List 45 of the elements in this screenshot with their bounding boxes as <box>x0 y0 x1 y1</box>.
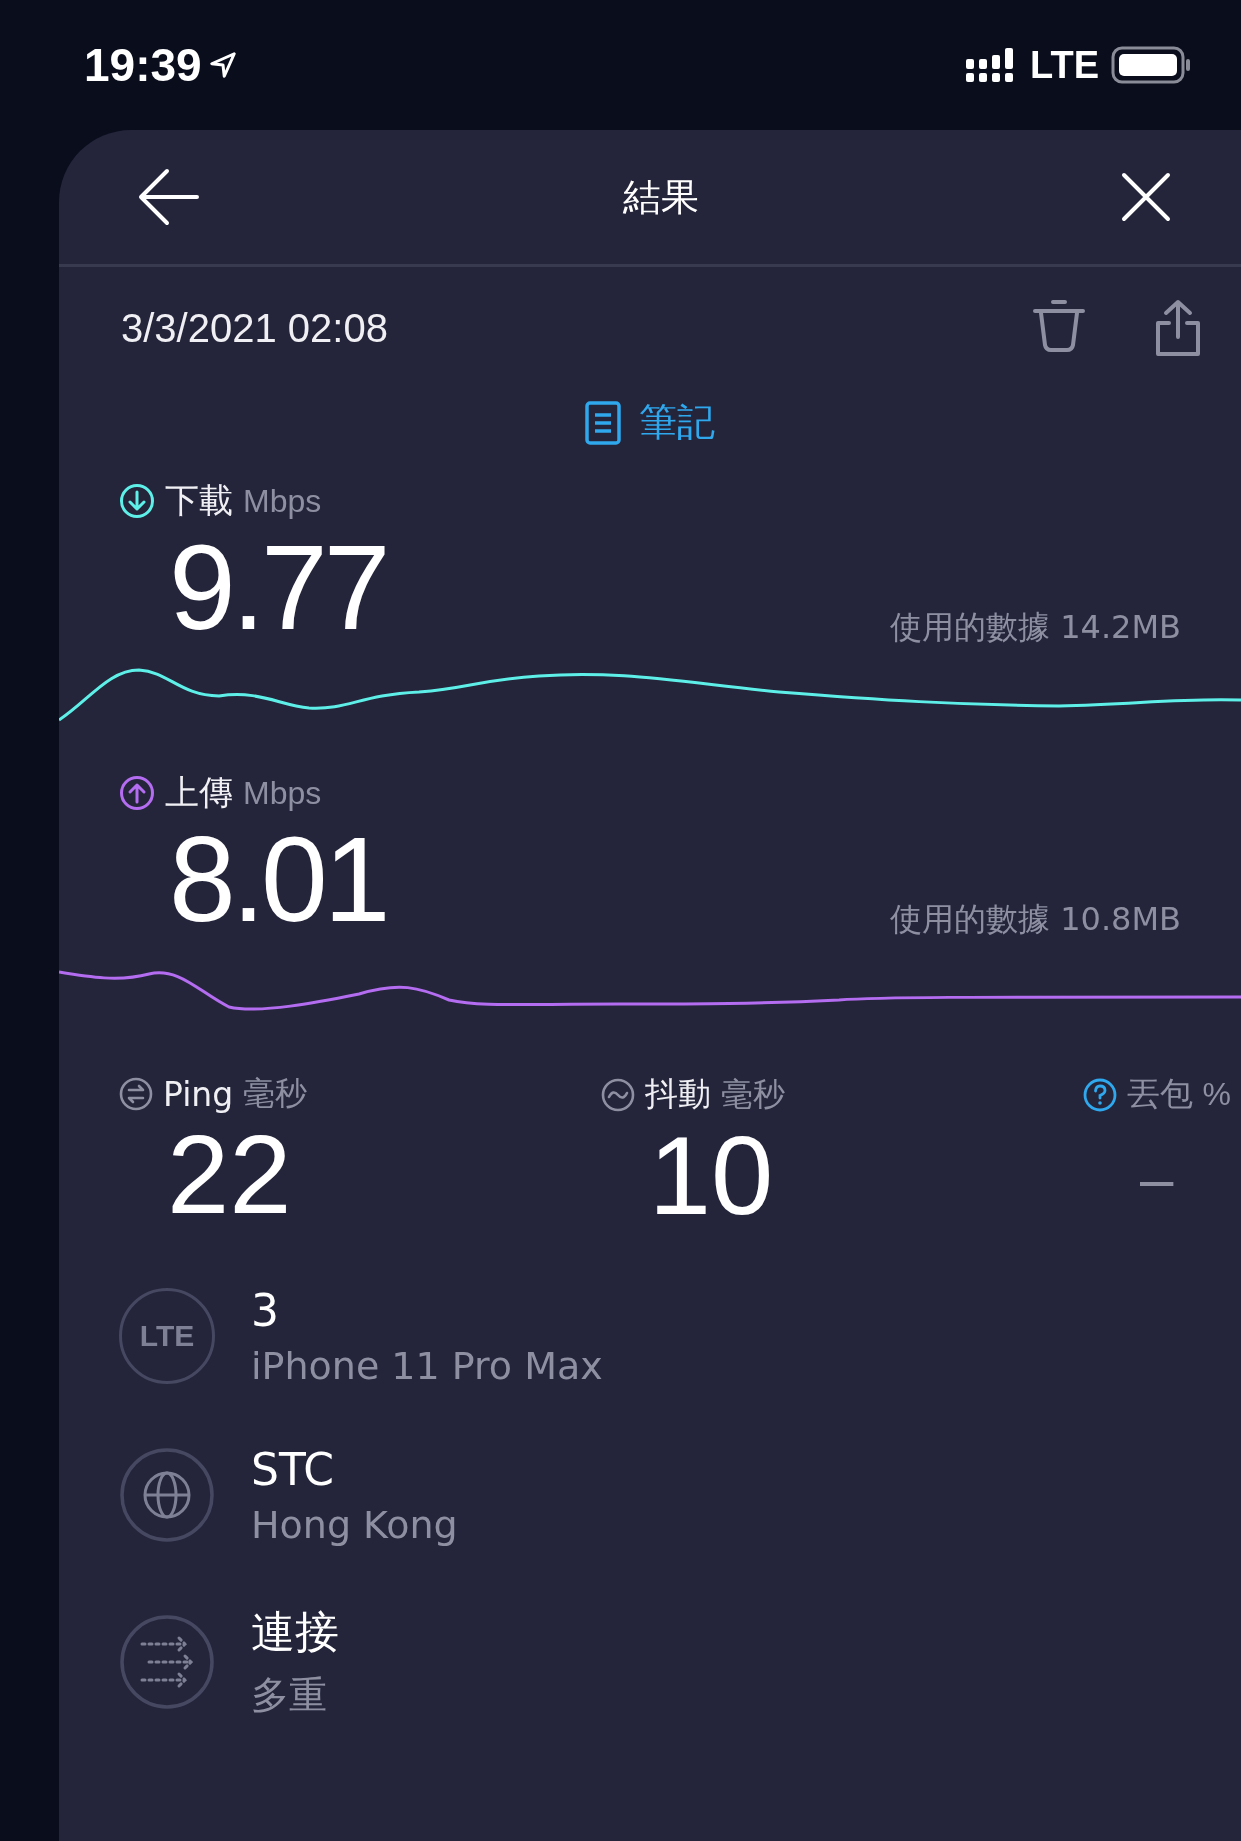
close-icon <box>1121 172 1171 222</box>
help-icon[interactable] <box>1082 1077 1117 1112</box>
metric-value: 10 <box>647 1117 775 1235</box>
detail-subtitle: Hong Kong <box>251 1502 458 1547</box>
metric-unit: 毫秒 <box>720 1074 785 1114</box>
status-time: 19:39 <box>84 38 202 92</box>
speed-unit: Mbps <box>243 482 322 520</box>
test-date: 3/3/2021 02:08 <box>121 305 388 351</box>
document-icon <box>585 400 621 445</box>
trash-icon <box>1033 299 1085 353</box>
metric-label: Ping <box>163 1074 234 1114</box>
speed-label: 下載 <box>165 479 233 522</box>
close-button[interactable] <box>1121 172 1171 222</box>
network-type-icon: LTE <box>119 1288 215 1385</box>
page-title: 結果 <box>623 173 699 221</box>
download-icon <box>119 483 155 519</box>
speed-value: 9.77 <box>169 524 387 650</box>
detail-subtitle: 多重 <box>251 1671 328 1719</box>
metric-unit: % <box>1202 1076 1231 1113</box>
detail-title: STC <box>251 1443 335 1495</box>
wave-icon <box>600 1077 635 1112</box>
share-icon <box>1155 299 1201 357</box>
speed-value: 8.01 <box>169 816 387 942</box>
globe-icon <box>119 1447 215 1544</box>
multiple-arrows-icon <box>119 1613 215 1710</box>
data-used: 使用的數據 10.8MB <box>890 899 1181 940</box>
upload-icon <box>119 775 155 811</box>
data-used: 使用的數據 14.2MB <box>890 607 1181 648</box>
back-button[interactable] <box>137 167 201 227</box>
detail-title: 連接 <box>251 1604 339 1659</box>
battery-icon <box>1111 45 1191 85</box>
detail-title: 3 <box>251 1284 280 1336</box>
notes-button[interactable]: 筆記 <box>585 397 715 448</box>
network-type: LTE <box>1030 43 1099 87</box>
metric-value: 22 <box>167 1116 293 1234</box>
detail-subtitle: iPhone 11 Pro Max <box>251 1343 603 1388</box>
metric-value: – <box>1140 1144 1174 1210</box>
speed-unit: Mbps <box>243 774 322 812</box>
ping-icon <box>119 1077 153 1111</box>
metric-label: 抖動 <box>644 1073 711 1115</box>
back-arrow-icon <box>137 167 201 227</box>
metric-label: 丟包 <box>1126 1073 1193 1115</box>
speed-label: 上傳 <box>165 771 233 814</box>
share-button[interactable] <box>1155 299 1201 357</box>
metric-unit: 毫秒 <box>243 1074 308 1113</box>
